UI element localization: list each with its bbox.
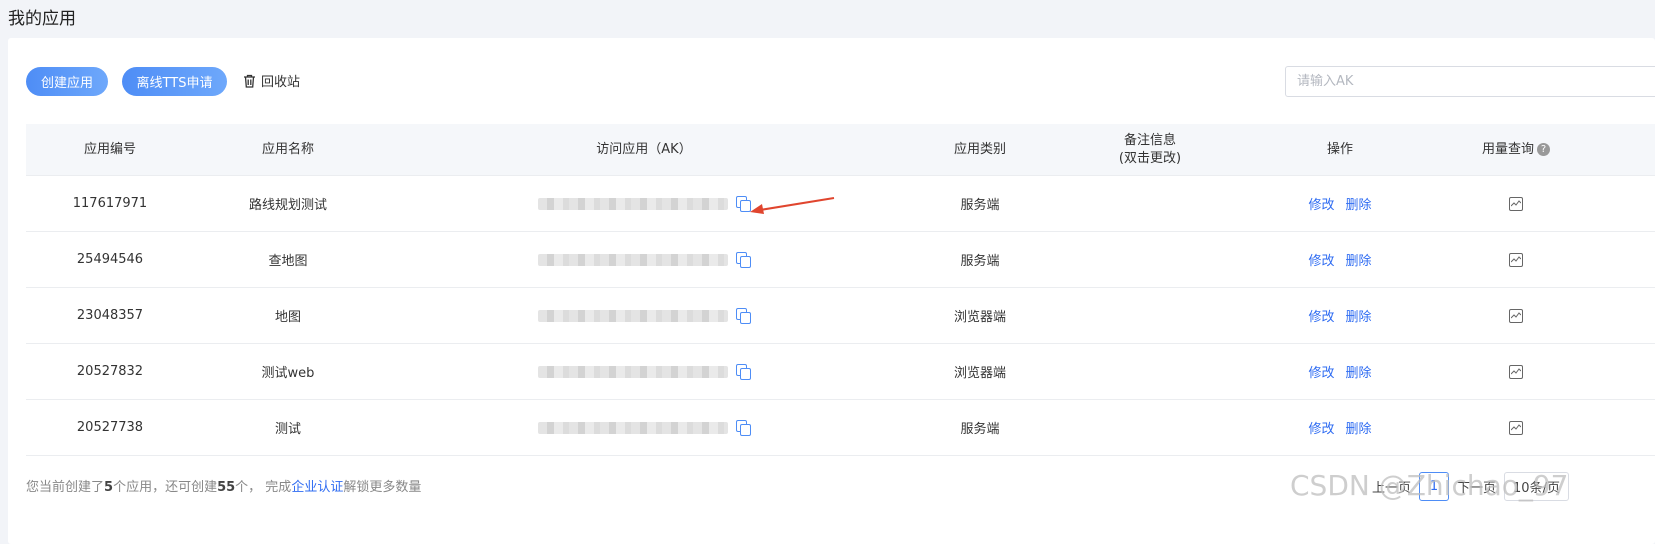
remaining-count: 55 (217, 480, 236, 495)
ak-value-blurred (538, 421, 728, 434)
ak-value-blurred (538, 197, 728, 210)
header-note-title: 备注信息 (1123, 132, 1176, 148)
edit-link[interactable]: 修改 (1308, 306, 1334, 325)
app-type-cell: 服务端 (960, 198, 1000, 213)
note-cell[interactable] (1054, 176, 1246, 231)
ak-value-blurred (538, 253, 728, 266)
header-ak: 访问应用（AK） (596, 141, 692, 157)
delete-link[interactable]: 删除 (1346, 194, 1372, 213)
delete-link[interactable]: 删除 (1346, 250, 1372, 269)
copy-icon[interactable] (736, 308, 751, 324)
ak-cell (382, 232, 906, 287)
operation-cell: 修改 删除 (1246, 344, 1434, 399)
copy-icon[interactable] (736, 364, 751, 380)
ak-value-blurred (538, 309, 728, 322)
app-name-cell: 测试web (261, 366, 315, 381)
ak-cell (382, 344, 906, 399)
recycle-bin-button[interactable]: 回收站 (243, 71, 300, 90)
help-icon[interactable]: ? (1537, 143, 1550, 156)
app-id-cell: 25494546 (76, 252, 144, 267)
header-app-id: 应用编号 (83, 141, 136, 157)
header-usage: 用量查询 ? (1434, 124, 1598, 175)
app-id-cell: 20527738 (76, 420, 144, 435)
operation-cell: 修改 删除 (1246, 176, 1434, 231)
quota-text: 您当前创建了5个应用，还可创建55个， 完成企业认证解锁更多数量 (26, 476, 421, 495)
usage-cell (1434, 400, 1598, 455)
operation-cell: 修改 删除 (1246, 288, 1434, 343)
quota-pre: 您当前创建了 (26, 480, 105, 495)
created-count: 5 (104, 480, 114, 495)
quota-post: 个， 完成 (235, 480, 292, 495)
app-name-cell: 地图 (274, 310, 301, 325)
ak-cell (382, 400, 906, 455)
table-row: 25494546 查地图 服务端 修改 删除 (26, 232, 1655, 288)
header-usage-label: 用量查询 (1481, 141, 1534, 157)
quota-tail: 解锁更多数量 (343, 480, 422, 495)
note-cell[interactable] (1054, 344, 1246, 399)
enterprise-cert-link[interactable]: 企业认证 (291, 480, 343, 495)
operation-cell: 修改 删除 (1246, 232, 1434, 287)
app-name-cell: 测试 (274, 422, 301, 437)
offline-tts-button[interactable]: 离线TTS申请 (122, 67, 227, 96)
usage-chart-icon[interactable] (1509, 308, 1523, 323)
table-row: 20527738 测试 服务端 修改 删除 (26, 400, 1655, 456)
app-type-cell: 服务端 (960, 254, 1000, 269)
app-type-cell: 浏览器端 (953, 310, 1006, 325)
table-row: 117617971 路线规划测试 服务端 修改 删除 (26, 176, 1655, 232)
quota-mid: 个应用，还可创建 (113, 480, 218, 495)
usage-chart-icon[interactable] (1509, 420, 1523, 435)
trash-icon (244, 74, 255, 88)
app-type-cell: 浏览器端 (953, 366, 1006, 381)
usage-chart-icon[interactable] (1509, 252, 1523, 267)
delete-link[interactable]: 删除 (1346, 362, 1372, 381)
usage-cell (1434, 176, 1598, 231)
table-header: 应用编号 应用名称 访问应用（AK） 应用类别 备注信息 (双击更改) 操作 用… (26, 124, 1655, 176)
ak-search-input[interactable] (1285, 66, 1655, 97)
app-id-cell: 23048357 (76, 308, 144, 323)
copy-icon[interactable] (736, 420, 751, 436)
red-arrow-annotation (750, 197, 835, 214)
edit-link[interactable]: 修改 (1308, 250, 1334, 269)
header-operation: 操作 (1326, 141, 1353, 157)
app-name-cell: 查地图 (268, 254, 308, 269)
table-row: 23048357 地图 浏览器端 修改 删除 (26, 288, 1655, 344)
note-cell[interactable] (1054, 288, 1246, 343)
header-note: 备注信息 (双击更改) (1054, 124, 1246, 175)
operation-cell: 修改 删除 (1246, 400, 1434, 455)
header-note-hint: (双击更改) (1118, 150, 1182, 166)
page-title: 我的应用 (8, 9, 76, 29)
usage-cell (1434, 232, 1598, 287)
usage-chart-icon[interactable] (1509, 364, 1523, 379)
note-cell[interactable] (1054, 232, 1246, 287)
delete-link[interactable]: 删除 (1346, 306, 1372, 325)
app-type-cell: 服务端 (960, 422, 1000, 437)
usage-cell (1434, 288, 1598, 343)
edit-link[interactable]: 修改 (1308, 194, 1334, 213)
delete-link[interactable]: 删除 (1346, 418, 1372, 437)
usage-cell (1434, 344, 1598, 399)
app-id-cell: 117617971 (72, 196, 148, 211)
csdn-watermark: CSDN @Zhichao_97 (1290, 469, 1569, 502)
header-app-type: 应用类别 (953, 141, 1006, 157)
table-row: 20527832 测试web 浏览器端 修改 删除 (26, 344, 1655, 400)
ak-cell (382, 288, 906, 343)
copy-icon[interactable] (736, 196, 751, 212)
apps-table: 应用编号 应用名称 访问应用（AK） 应用类别 备注信息 (双击更改) 操作 用… (26, 124, 1655, 456)
header-app-name: 应用名称 (261, 141, 314, 157)
create-app-button[interactable]: 创建应用 (26, 67, 108, 96)
recycle-bin-label: 回收站 (261, 75, 301, 90)
app-name-cell: 路线规划测试 (248, 198, 327, 213)
ak-value-blurred (538, 365, 728, 378)
edit-link[interactable]: 修改 (1308, 362, 1334, 381)
note-cell[interactable] (1054, 400, 1246, 455)
edit-link[interactable]: 修改 (1308, 418, 1334, 437)
usage-chart-icon[interactable] (1509, 196, 1523, 211)
copy-icon[interactable] (736, 252, 751, 268)
app-id-cell: 20527832 (76, 364, 144, 379)
